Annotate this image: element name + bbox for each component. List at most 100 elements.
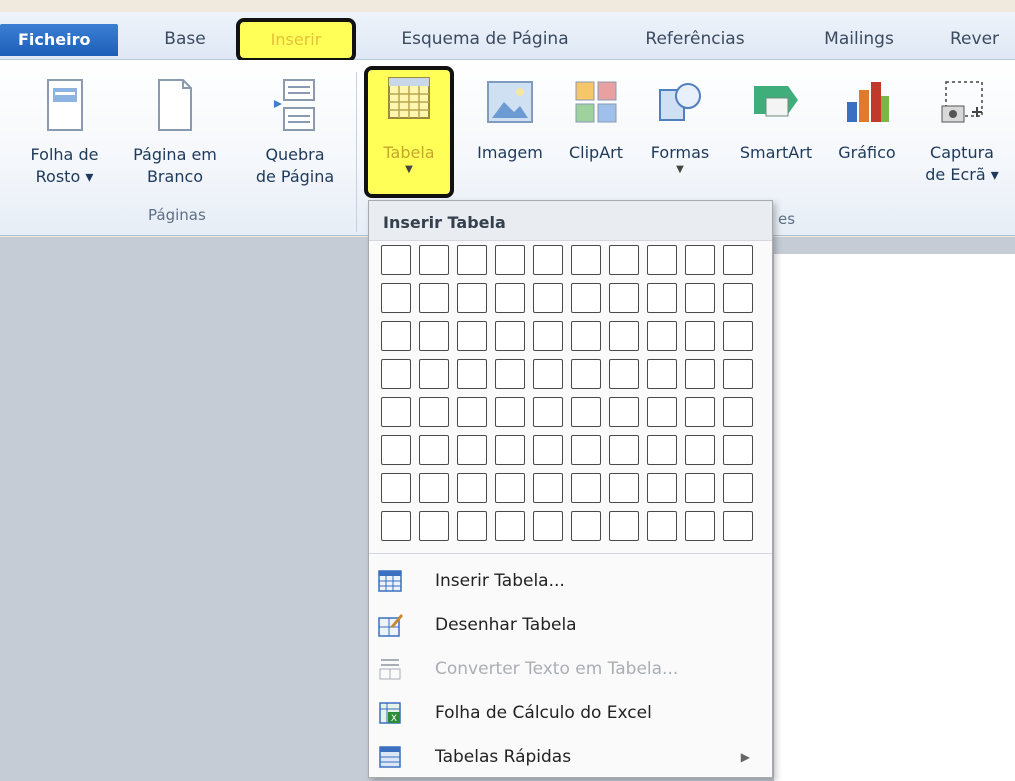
table-grid-cell[interactable] bbox=[419, 359, 449, 389]
table-grid-cell[interactable] bbox=[571, 245, 601, 275]
table-grid-cell[interactable] bbox=[723, 473, 753, 503]
table-grid-cell[interactable] bbox=[609, 283, 639, 313]
table-grid-cell[interactable] bbox=[495, 435, 525, 465]
table-grid-cell[interactable] bbox=[647, 283, 677, 313]
table-grid-cell[interactable] bbox=[381, 473, 411, 503]
tabela-button[interactable]: Tabela ▼ bbox=[368, 76, 450, 176]
table-grid-cell[interactable] bbox=[647, 511, 677, 541]
table-grid-cell[interactable] bbox=[609, 511, 639, 541]
clipart-button[interactable]: ClipArt bbox=[560, 78, 632, 164]
table-grid-cell[interactable] bbox=[609, 321, 639, 351]
table-grid-cell[interactable] bbox=[647, 245, 677, 275]
table-grid-cell[interactable] bbox=[419, 321, 449, 351]
table-grid-cell[interactable] bbox=[571, 511, 601, 541]
table-grid-cell[interactable] bbox=[723, 397, 753, 427]
table-grid-cell[interactable] bbox=[609, 435, 639, 465]
table-grid-cell[interactable] bbox=[609, 359, 639, 389]
tab-esquema-de-pagina[interactable]: Esquema de Página bbox=[380, 22, 590, 56]
table-grid-cell[interactable] bbox=[533, 473, 563, 503]
imagem-button[interactable]: Imagem bbox=[470, 78, 550, 164]
table-grid-cell[interactable] bbox=[647, 435, 677, 465]
tab-referencias[interactable]: Referências bbox=[630, 22, 760, 56]
table-size-grid[interactable] bbox=[381, 245, 753, 541]
table-grid-cell[interactable] bbox=[685, 473, 715, 503]
table-grid-cell[interactable] bbox=[533, 321, 563, 351]
table-grid-cell[interactable] bbox=[495, 359, 525, 389]
table-grid-cell[interactable] bbox=[571, 283, 601, 313]
table-grid-cell[interactable] bbox=[381, 321, 411, 351]
captura-de-ecra-button[interactable]: Captura de Ecrã ▾ bbox=[912, 78, 1012, 186]
tab-inserir[interactable]: Inserir bbox=[236, 18, 356, 62]
table-grid-cell[interactable] bbox=[419, 397, 449, 427]
table-grid-cell[interactable] bbox=[495, 321, 525, 351]
table-grid-cell[interactable] bbox=[495, 245, 525, 275]
table-grid-cell[interactable] bbox=[381, 397, 411, 427]
table-grid-cell[interactable] bbox=[571, 321, 601, 351]
quebra-de-pagina-button[interactable]: Quebra de Página bbox=[240, 78, 350, 188]
table-grid-cell[interactable] bbox=[457, 511, 487, 541]
pagina-em-branco-button[interactable]: Página em Branco bbox=[120, 78, 230, 188]
table-grid-cell[interactable] bbox=[533, 397, 563, 427]
tabelas-rapidas-item[interactable]: Tabelas Rápidas ▶ bbox=[369, 735, 772, 779]
table-grid-cell[interactable] bbox=[533, 435, 563, 465]
table-grid-cell[interactable] bbox=[685, 245, 715, 275]
table-grid-cell[interactable] bbox=[381, 245, 411, 275]
table-grid-cell[interactable] bbox=[723, 511, 753, 541]
table-grid-cell[interactable] bbox=[381, 359, 411, 389]
tab-mailings[interactable]: Mailings bbox=[804, 22, 914, 56]
table-grid-cell[interactable] bbox=[685, 359, 715, 389]
table-grid-cell[interactable] bbox=[571, 473, 601, 503]
table-grid-cell[interactable] bbox=[457, 283, 487, 313]
tab-ficheiro[interactable]: Ficheiro bbox=[0, 24, 118, 56]
table-grid-cell[interactable] bbox=[647, 321, 677, 351]
table-grid-cell[interactable] bbox=[685, 321, 715, 351]
table-grid-cell[interactable] bbox=[609, 245, 639, 275]
table-grid-cell[interactable] bbox=[533, 245, 563, 275]
smartart-button[interactable]: SmartArt bbox=[728, 78, 824, 164]
table-grid-cell[interactable] bbox=[533, 511, 563, 541]
table-grid-cell[interactable] bbox=[647, 473, 677, 503]
tab-base[interactable]: Base bbox=[150, 22, 220, 56]
table-grid-cell[interactable] bbox=[609, 473, 639, 503]
table-grid-cell[interactable] bbox=[419, 511, 449, 541]
table-grid-cell[interactable] bbox=[419, 283, 449, 313]
tab-rever[interactable]: Rever bbox=[950, 22, 1015, 56]
document-page[interactable] bbox=[774, 254, 1015, 781]
table-grid-cell[interactable] bbox=[685, 397, 715, 427]
table-grid-cell[interactable] bbox=[457, 359, 487, 389]
table-grid-cell[interactable] bbox=[381, 511, 411, 541]
table-grid-cell[interactable] bbox=[647, 359, 677, 389]
table-grid-cell[interactable] bbox=[685, 511, 715, 541]
table-grid-cell[interactable] bbox=[457, 435, 487, 465]
table-grid-cell[interactable] bbox=[419, 245, 449, 275]
table-grid-cell[interactable] bbox=[571, 397, 601, 427]
table-grid-cell[interactable] bbox=[457, 473, 487, 503]
table-grid-cell[interactable] bbox=[495, 397, 525, 427]
table-grid-cell[interactable] bbox=[723, 359, 753, 389]
table-grid-cell[interactable] bbox=[533, 283, 563, 313]
table-grid-cell[interactable] bbox=[685, 435, 715, 465]
table-grid-cell[interactable] bbox=[533, 359, 563, 389]
table-grid-cell[interactable] bbox=[571, 435, 601, 465]
table-grid-cell[interactable] bbox=[419, 435, 449, 465]
table-grid-cell[interactable] bbox=[457, 321, 487, 351]
grafico-button[interactable]: Gráfico bbox=[826, 78, 908, 164]
table-grid-cell[interactable] bbox=[495, 283, 525, 313]
folha-calculo-excel-item[interactable]: X Folha de Cálculo do Excel bbox=[369, 691, 772, 735]
inserir-tabela-item[interactable]: Inserir Tabela... bbox=[369, 559, 772, 603]
table-grid-cell[interactable] bbox=[381, 283, 411, 313]
desenhar-tabela-item[interactable]: Desenhar Tabela bbox=[369, 603, 772, 647]
table-grid-cell[interactable] bbox=[571, 359, 601, 389]
table-grid-cell[interactable] bbox=[723, 283, 753, 313]
table-grid-cell[interactable] bbox=[723, 435, 753, 465]
table-grid-cell[interactable] bbox=[609, 397, 639, 427]
table-grid-cell[interactable] bbox=[495, 511, 525, 541]
table-grid-cell[interactable] bbox=[457, 245, 487, 275]
table-grid-cell[interactable] bbox=[723, 321, 753, 351]
table-grid-cell[interactable] bbox=[723, 245, 753, 275]
table-grid-cell[interactable] bbox=[495, 473, 525, 503]
table-grid-cell[interactable] bbox=[457, 397, 487, 427]
folha-de-rosto-button[interactable]: Folha de Rosto ▾ bbox=[12, 78, 117, 188]
table-grid-cell[interactable] bbox=[647, 397, 677, 427]
table-grid-cell[interactable] bbox=[685, 283, 715, 313]
